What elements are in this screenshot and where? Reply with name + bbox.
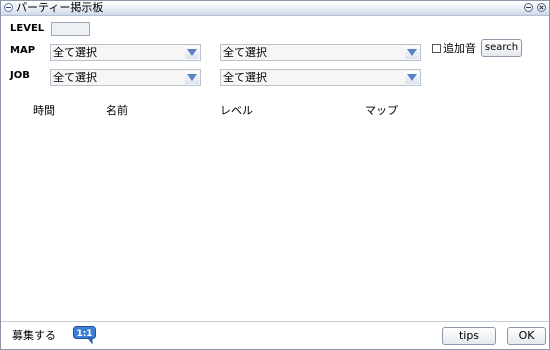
party-list[interactable] (2, 121, 548, 319)
map-select-2[interactable]: 全て選択 (220, 44, 421, 61)
chevron-down-icon[interactable] (185, 71, 199, 84)
level-label: LEVEL (10, 23, 45, 34)
ok-button[interactable]: OK (507, 327, 546, 345)
recruit-label: 募集する (12, 329, 56, 342)
map-select-1[interactable]: 全て選択 (50, 44, 201, 61)
tips-button[interactable]: tips (442, 327, 496, 345)
job-label: JOB (10, 70, 30, 81)
chevron-down-icon[interactable] (405, 71, 419, 84)
column-header-level[interactable]: レベル (220, 104, 253, 118)
job-select-2[interactable]: 全て選択 (220, 69, 421, 86)
window-menu-icon[interactable] (4, 3, 13, 12)
column-header-time[interactable]: 時間 (33, 104, 55, 118)
close-icon[interactable] (537, 3, 546, 12)
map-label: MAP (10, 45, 36, 56)
title-bar[interactable]: パーティー掲示板 (1, 1, 549, 16)
map-select-2-value: 全て選択 (223, 46, 267, 59)
search-button[interactable]: search (481, 39, 522, 57)
additional-sound-label: 追加音 (443, 42, 476, 55)
job-select-1-value: 全て選択 (53, 71, 97, 84)
additional-sound-checkbox[interactable] (432, 44, 441, 53)
map-select-1-value: 全て選択 (53, 46, 97, 59)
chevron-down-icon[interactable] (185, 46, 199, 59)
column-header-name[interactable]: 名前 (106, 104, 128, 118)
party-board-window: パーティー掲示板 LEVEL MAP 全て選択 全て選択 追加音 search … (0, 0, 550, 350)
recruit-icon-text: 1:1 (76, 329, 92, 339)
minimize-icon[interactable] (524, 3, 533, 12)
job-select-1[interactable]: 全て選択 (50, 69, 201, 86)
recruit-chat-icon[interactable]: 1:1 (73, 326, 97, 344)
footer-divider (1, 321, 549, 322)
level-input[interactable] (51, 22, 90, 36)
column-header-map[interactable]: マップ (365, 104, 398, 118)
chevron-down-icon[interactable] (405, 46, 419, 59)
window-title: パーティー掲示板 (16, 1, 104, 14)
job-select-2-value: 全て選択 (223, 71, 267, 84)
